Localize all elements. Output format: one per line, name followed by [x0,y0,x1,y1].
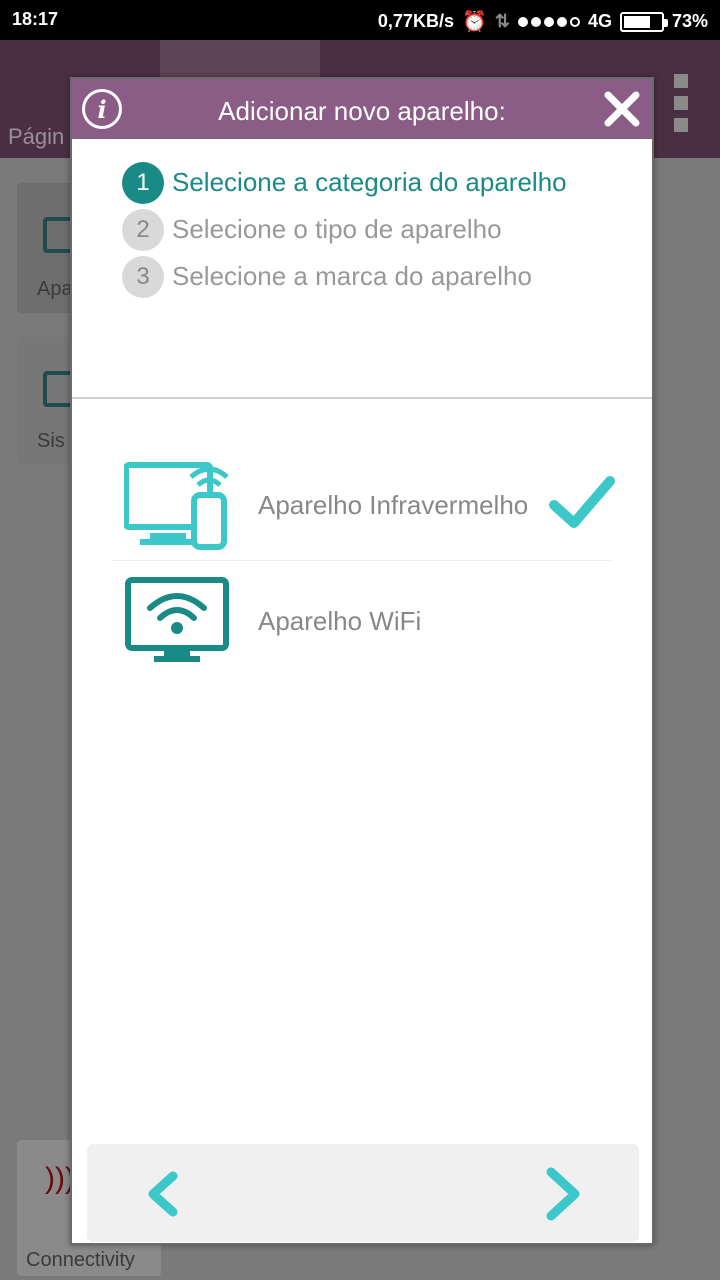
step-3-number: 3 [122,255,164,298]
background-card-1-label: Apa [37,278,73,300]
signal-icon [517,16,580,27]
chevron-right-icon[interactable] [543,1166,583,1222]
alarm-icon: ⏰ [461,11,487,33]
chevron-left-icon[interactable] [143,1170,183,1218]
background-card-2-label: Sis [37,430,65,452]
dialog-title: Adicionar novo aparelho: [218,96,506,126]
tv-wifi-icon [125,577,229,662]
tv-remote-icon [124,461,229,550]
status-time: 18:17 [12,9,59,29]
step-2-label: Selecione o tipo de aparelho [172,214,502,244]
add-device-dialog: i Adicionar novo aparelho: 1 Selecione a… [70,77,654,1245]
step-3-label: Selecione a marca do aparelho [172,261,532,291]
option-wifi[interactable]: Aparelho WiFi [112,571,612,671]
close-icon[interactable] [602,89,642,129]
step-1-number: 1 [122,161,164,204]
dialog-header: i Adicionar novo aparelho: [72,79,652,139]
data-arrows-icon: ⇅ [494,11,510,31]
step-list: 1 Selecione a categoria do aparelho 2 Se… [122,159,567,300]
option-wifi-label: Aparelho WiFi [258,605,422,636]
background-header-label: Págin [8,124,65,149]
navigation-bar [87,1144,639,1242]
connectivity-label: Connectivity [26,1249,135,1271]
option-infrared[interactable]: Aparelho Infravermelho [112,451,615,561]
step-3: 3 Selecione a marca do aparelho [122,253,567,300]
divider [72,397,652,399]
battery-fill [623,15,651,28]
status-bar: 18:17 0,77KB/s ⏰ ⇅ 4G 73% [0,0,720,40]
option-infrared-label: Aparelho Infravermelho [258,490,529,520]
step-1: 1 Selecione a categoria do aparelho [122,159,567,206]
status-right: 0,77KB/s ⏰ ⇅ 4G 73% [378,9,708,34]
battery-icon [619,11,668,32]
check-icon [549,476,615,528]
step-1-label: Selecione a categoria do aparelho [172,167,567,197]
network-speed: 0,77KB/s [377,11,454,31]
step-2-number: 2 [122,208,164,251]
step-2: 2 Selecione o tipo de aparelho [122,206,567,253]
network-type: 4G [587,11,612,31]
overflow-menu-icon [674,74,688,132]
battery-percent: 73% [671,11,708,31]
